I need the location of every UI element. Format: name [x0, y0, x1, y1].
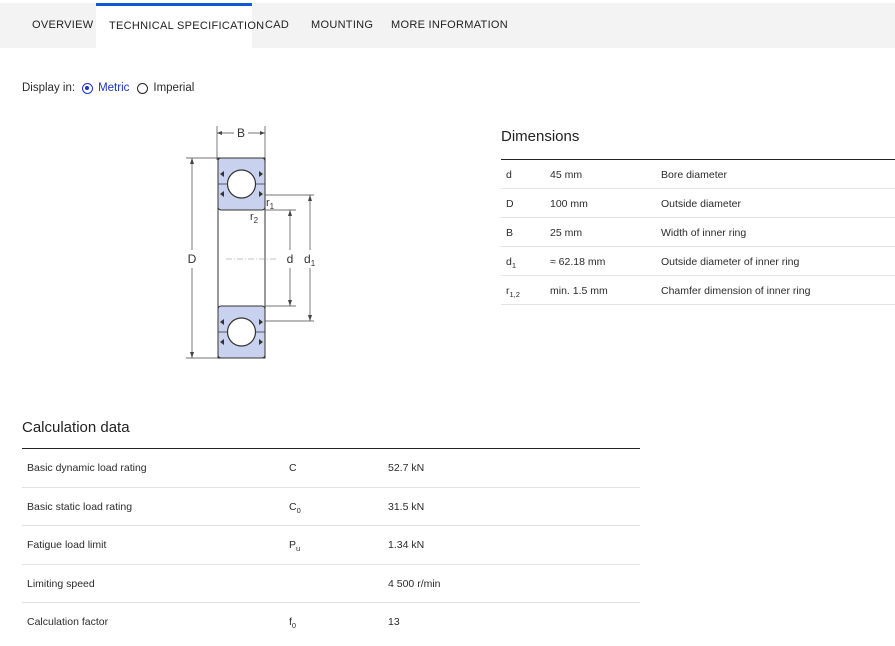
dimension-value: min. 1.5 mm — [550, 285, 608, 297]
dimensions-title: Dimensions — [501, 128, 580, 145]
table-row: r1,2 min. 1.5 mm Chamfer dimension of in… — [501, 276, 895, 305]
calculation-data-table: Basic dynamic load rating C 52.7 kN Basi… — [22, 448, 640, 642]
dimension-symbol: D — [506, 198, 514, 210]
table-row: d1 ≈ 62.18 mm Outside diameter of inner … — [501, 247, 895, 276]
metric-radio-label[interactable]: Metric — [98, 82, 129, 94]
label-d: d — [287, 252, 294, 266]
table-row: d 45 mm Bore diameter — [501, 160, 895, 189]
calc-label: Calculation factor — [27, 616, 109, 628]
dimension-description: Width of inner ring — [661, 227, 747, 239]
calc-symbol: C0 — [289, 500, 301, 515]
tab-bar: OVERVIEW TECHNICAL SPECIFICATION CAD MOU… — [0, 3, 895, 48]
dimension-description: Bore diameter — [661, 169, 727, 181]
table-row: D 100 mm Outside diameter — [501, 189, 895, 218]
imperial-radio[interactable] — [137, 82, 149, 94]
dimension-value: ≈ 62.18 mm — [550, 256, 606, 268]
calc-value: 4 500 r/min — [388, 577, 441, 590]
table-row: Basic dynamic load rating C 52.7 kN — [22, 449, 640, 488]
dimension-symbol: d1 — [506, 256, 517, 270]
calc-value: 31.5 kN — [388, 500, 425, 513]
dimensions-table: d 45 mm Bore diameter D 100 mm Outside d… — [501, 159, 895, 305]
display-label: Display in: — [22, 82, 76, 94]
tab-overview[interactable]: OVERVIEW — [32, 3, 94, 48]
label-r1: r1 — [266, 197, 275, 211]
tab-mounting[interactable]: MOUNTING — [311, 3, 373, 48]
dimension-symbol: d — [506, 169, 512, 181]
calc-value: 13 — [388, 616, 400, 628]
table-row: Calculation factor f0 13 — [22, 603, 640, 642]
tab-cad[interactable]: CAD — [265, 3, 289, 48]
calc-label: Basic static load rating — [27, 500, 133, 513]
dimension-symbol: B — [506, 227, 514, 239]
bearing-cross-section-diagram: B D r1 r2 d d1 — [186, 126, 316, 359]
table-row: Fatigue load limit Pu 1.34 kN — [22, 526, 640, 565]
dimension-description: Chamfer dimension of inner ring — [661, 285, 811, 297]
calc-label: Fatigue load limit — [27, 539, 107, 551]
table-row: Limiting speed 4 500 r/min — [22, 565, 640, 603]
dimension-value: 25 mm — [550, 227, 583, 239]
calc-symbol: C — [289, 462, 297, 474]
dimension-description: Outside diameter — [661, 198, 741, 210]
table-row: Basic static load rating C0 31.5 kN — [22, 488, 640, 526]
label-D: D — [188, 252, 197, 266]
label-B: B — [237, 126, 245, 140]
display-units: Display in: Metric Imperial — [22, 80, 194, 96]
tab-more-information[interactable]: MORE INFORMATION — [391, 3, 508, 48]
calc-label: Limiting speed — [27, 577, 95, 590]
calc-symbol: Pu — [289, 539, 301, 553]
dimension-value: 100 mm — [550, 198, 588, 210]
dimension-symbol: r1,2 — [506, 285, 520, 299]
tab-technical-specification[interactable]: TECHNICAL SPECIFICATION — [96, 3, 264, 48]
calc-symbol: f0 — [289, 616, 297, 630]
calc-value: 52.7 kN — [388, 462, 425, 474]
dimension-value: 45 mm — [550, 169, 583, 181]
table-row: B 25 mm Width of inner ring — [501, 218, 895, 247]
imperial-radio-label[interactable]: Imperial — [153, 82, 194, 94]
calc-label: Basic dynamic load rating — [27, 462, 147, 474]
metric-radio[interactable] — [82, 82, 94, 94]
calculation-data-title: Calculation data — [22, 419, 130, 436]
label-d1: d1 — [304, 252, 316, 268]
calc-value: 1.34 kN — [388, 539, 425, 551]
dimension-description: Outside diameter of inner ring — [661, 256, 800, 268]
